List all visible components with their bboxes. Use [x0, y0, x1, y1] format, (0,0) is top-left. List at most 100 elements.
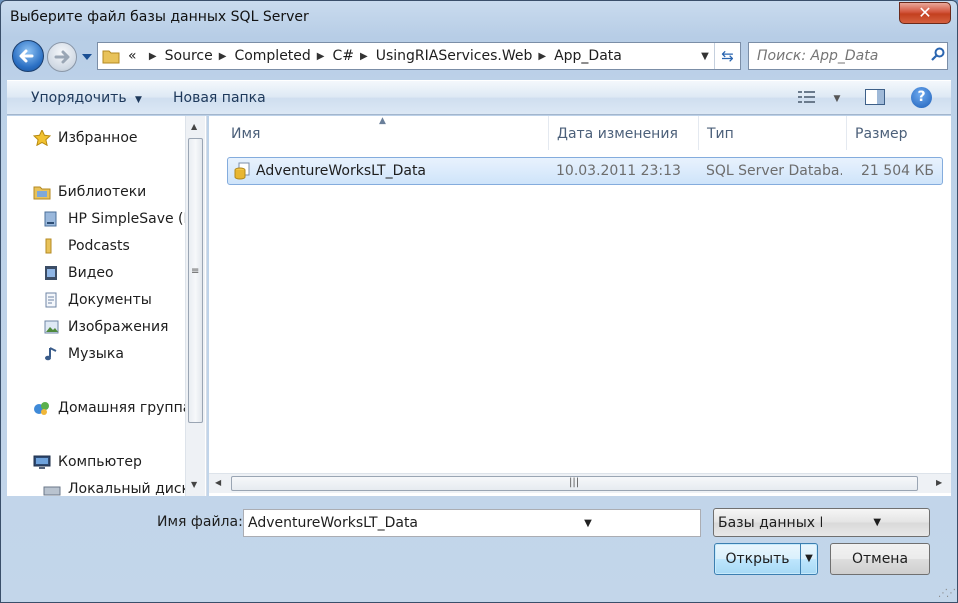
chevron-right-icon[interactable]: ▶	[219, 51, 227, 62]
folder-icon	[45, 238, 52, 254]
search-box[interactable]	[748, 42, 948, 70]
nav-label: HP SimpleSave (F	[68, 211, 192, 227]
breadcrumb-item[interactable]: Completed	[234, 48, 310, 64]
disk-icon	[43, 486, 61, 496]
file-open-dialog: Выберите файл базы данных SQL Server ✕ «…	[0, 0, 958, 603]
help-icon[interactable]: ?	[911, 87, 932, 108]
organize-button[interactable]: Упорядочить ▼	[31, 90, 142, 106]
nav-label: Домашняя группа	[58, 400, 192, 416]
chevron-right-icon[interactable]: ▶	[360, 51, 368, 62]
address-bar[interactable]: « ▶ Source ▶ Completed ▶ C# ▶ UsingRIASe…	[97, 42, 741, 70]
window-title: Выберите файл базы данных SQL Server	[10, 9, 309, 25]
refresh-icon[interactable]: ⇆	[714, 43, 740, 69]
video-icon	[45, 266, 57, 280]
open-label: Открыть	[725, 551, 790, 567]
column-header-type[interactable]: Тип	[699, 116, 847, 150]
nav-label: Музыка	[68, 346, 124, 362]
close-button[interactable]: ✕	[899, 2, 951, 24]
nav-item-podcasts[interactable]: Podcasts	[43, 238, 130, 254]
close-icon: ✕	[918, 3, 932, 22]
chevron-down-icon[interactable]: ▼	[800, 544, 817, 574]
chevron-down-icon[interactable]: ▼	[822, 517, 930, 528]
folder-icon	[102, 50, 120, 64]
cancel-button[interactable]: Отмена	[830, 543, 930, 575]
pictures-icon	[44, 320, 59, 334]
nav-label: Избранное	[58, 130, 138, 146]
table-row[interactable]: AdventureWorksLT_Data 10.03.2011 23:13 S…	[227, 157, 943, 185]
file-size: 21 504 КБ	[861, 163, 934, 179]
nav-computer[interactable]: Компьютер	[33, 454, 142, 470]
nav-favorites[interactable]: Избранное	[33, 130, 138, 146]
organize-label: Упорядочить	[31, 90, 127, 106]
nav-label: Документы	[68, 292, 152, 308]
breadcrumb-overflow[interactable]: «	[128, 48, 137, 64]
file-list: ▲ Имя Дата изменения Тип Размер Adventur…	[209, 116, 951, 496]
file-date: 10.03.2011 23:13	[556, 163, 681, 179]
file-type: SQL Server Databa...	[706, 163, 842, 179]
new-folder-button[interactable]: Новая папка	[173, 90, 266, 106]
database-file-icon	[234, 162, 250, 180]
scroll-up-icon[interactable]: ▲	[191, 122, 197, 131]
library-icon	[33, 186, 51, 200]
nav-item-documents[interactable]: Документы	[43, 292, 152, 308]
scroll-down-icon[interactable]: ▼	[191, 480, 197, 489]
column-header-size[interactable]: Размер	[847, 116, 947, 150]
preview-pane-icon[interactable]	[865, 89, 885, 105]
scroll-right-icon[interactable]: ▶	[936, 478, 942, 487]
search-input[interactable]	[749, 48, 929, 64]
nav-label: Библиотеки	[58, 184, 147, 200]
arrow-right-icon	[54, 50, 70, 64]
nav-item-music[interactable]: Музыка	[43, 346, 124, 362]
nav-item-local-disk[interactable]: Локальный диск	[43, 481, 190, 496]
chevron-down-icon: ▼	[833, 94, 841, 104]
chevron-right-icon[interactable]: ▶	[317, 51, 325, 62]
documents-icon	[45, 292, 57, 308]
command-bar: Упорядочить ▼ Новая папка ▼ ?	[7, 80, 951, 115]
nav-pane-scrollbar[interactable]: ▲ ≡ ▼	[185, 116, 205, 496]
nav-label: Изображения	[68, 319, 169, 335]
history-dropdown-icon[interactable]	[81, 52, 93, 62]
nav-label: Видео	[68, 265, 114, 281]
nav-item-video[interactable]: Видео	[43, 265, 114, 281]
computer-icon	[33, 455, 51, 469]
grip-icon: ≡	[191, 266, 200, 277]
chevron-right-icon[interactable]: ▶	[143, 51, 157, 62]
open-button[interactable]: Открыть ▼	[714, 543, 818, 575]
back-button[interactable]	[12, 40, 44, 72]
file-type-filter[interactable]: Базы данных Microsoft SQL ▼	[713, 508, 930, 537]
drive-icon	[44, 211, 57, 227]
address-dropdown-icon[interactable]: ▼	[696, 51, 714, 62]
nav-label: Локальный диск	[68, 481, 191, 496]
file-list-scrollbar[interactable]: ◀ ||| ▶	[209, 473, 951, 493]
view-options-button[interactable]: ▼	[797, 89, 840, 109]
column-header-name[interactable]: Имя	[223, 116, 549, 150]
filter-value: Базы данных Microsoft SQL	[718, 514, 822, 531]
search-icon[interactable]	[929, 47, 947, 65]
filename-label: Имя файла:	[157, 514, 243, 530]
grip-icon: |||	[569, 477, 580, 488]
nav-item-pictures[interactable]: Изображения	[43, 319, 168, 335]
arrow-left-icon	[19, 49, 34, 63]
filename-field[interactable]: AdventureWorksLT_Data ▼	[243, 509, 701, 537]
nav-label: Podcasts	[68, 238, 130, 254]
breadcrumb-item[interactable]: UsingRIAServices.Web	[376, 48, 533, 64]
star-icon	[33, 130, 51, 146]
breadcrumb-item[interactable]: C#	[333, 48, 355, 64]
file-name: AdventureWorksLT_Data	[256, 163, 427, 179]
scrollbar-thumb[interactable]	[188, 138, 203, 423]
view-list-icon	[798, 91, 815, 103]
resize-grip-icon[interactable]: ⋰⋰	[938, 588, 956, 599]
breadcrumb-item[interactable]: App_Data	[554, 48, 622, 64]
breadcrumb-item[interactable]: Source	[165, 48, 213, 64]
homegroup-icon	[34, 402, 49, 415]
chevron-down-icon[interactable]: ▼	[472, 518, 700, 529]
column-header-date[interactable]: Дата изменения	[549, 116, 699, 150]
nav-item-hp-simplesave[interactable]: HP SimpleSave (F	[43, 211, 192, 227]
scroll-left-icon[interactable]: ◀	[215, 478, 221, 487]
forward-button[interactable]	[47, 42, 77, 72]
nav-label: Компьютер	[58, 454, 142, 470]
nav-homegroup[interactable]: Домашняя группа	[33, 400, 191, 416]
nav-libraries[interactable]: Библиотеки	[33, 184, 146, 200]
chevron-right-icon[interactable]: ▶	[538, 51, 546, 62]
filename-value[interactable]: AdventureWorksLT_Data	[244, 515, 472, 531]
